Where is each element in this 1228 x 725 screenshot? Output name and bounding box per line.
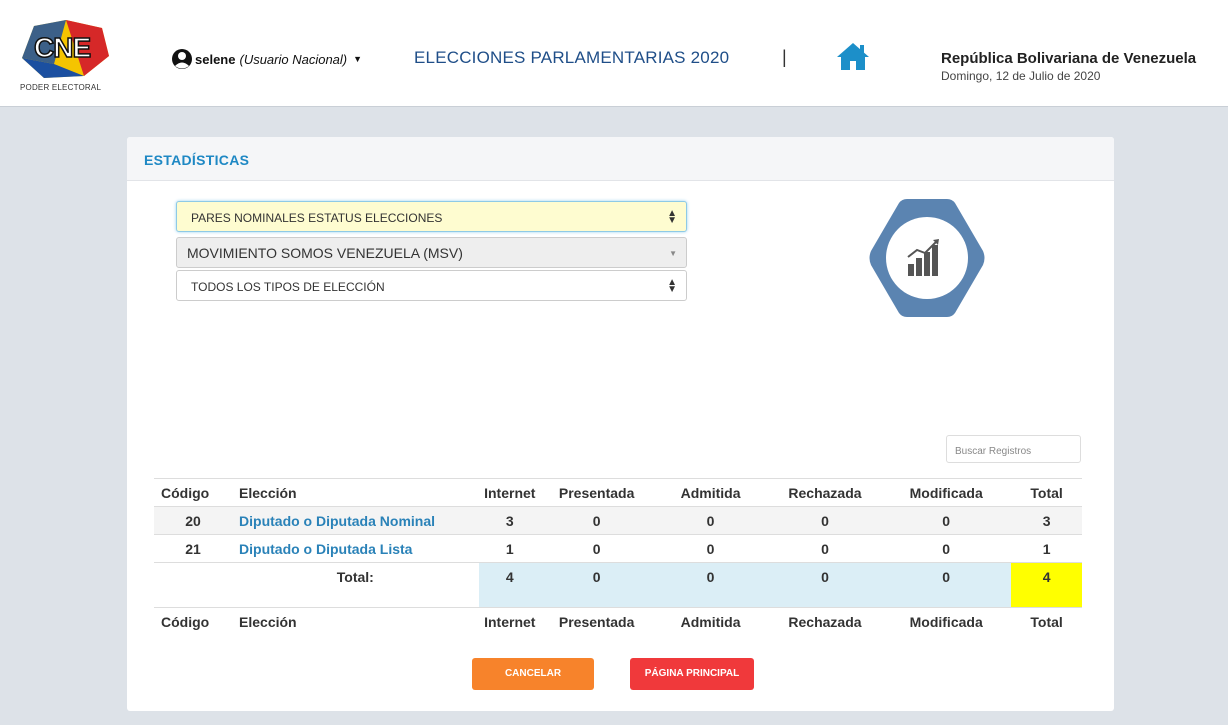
col-presentada[interactable]: Presentada — [540, 478, 653, 507]
cell-modificada: 0 — [881, 506, 1012, 535]
logo-subtitle: PODER ELECTORAL — [20, 83, 102, 92]
user-name: selene — [195, 51, 236, 67]
header-separator: | — [782, 47, 787, 67]
col-internet[interactable]: Internet — [478, 478, 541, 507]
panel-header: ESTADÍSTICAS — [127, 137, 1114, 181]
election-type-value: TODOS LOS TIPOS DE ELECCIÓN — [191, 280, 385, 294]
statistics-badge — [865, 197, 989, 319]
total-admitida: 0 — [652, 562, 769, 608]
col-admitida[interactable]: Admitida — [652, 478, 769, 507]
logo-letters: CNE — [33, 31, 92, 64]
total-internet: 4 — [478, 562, 541, 608]
search-input[interactable]: Buscar Registros — [946, 435, 1081, 463]
report-type-select[interactable]: PARES NOMINALES ESTATUS ELECCIONES ▲ ▼ — [176, 201, 687, 232]
app-header: CNE PODER ELECTORAL selene (Usuario Naci… — [0, 0, 1228, 107]
cell-total: 1 — [1011, 534, 1082, 563]
main-page-button[interactable]: PÁGINA PRINCIPAL — [630, 658, 754, 690]
table-row: 21 Diputado o Diputada Lista 1 0 0 0 0 1 — [154, 534, 1082, 563]
cell-modificada: 0 — [881, 534, 1012, 563]
col-total[interactable]: Total — [1011, 478, 1082, 507]
cell-admitida: 0 — [652, 534, 769, 563]
totals-spacer — [154, 562, 233, 608]
user-menu[interactable]: selene (Usuario Nacional) ▼ — [172, 47, 362, 71]
election-type-select[interactable]: TODOS LOS TIPOS DE ELECCIÓN ▲ ▼ — [176, 270, 687, 301]
organization-value: MOVIMIENTO SOMOS VENEZUELA (MSV) — [187, 245, 463, 261]
totals-label: Total: — [232, 562, 479, 608]
cell-internet: 3 — [478, 506, 541, 535]
cne-logo[interactable]: CNE PODER ELECTORAL — [14, 18, 118, 98]
totals-row: Total: 4 0 0 0 0 4 — [154, 562, 1082, 608]
col-codigo[interactable]: Código — [154, 607, 233, 636]
table-row: 20 Diputado o Diputada Nominal 3 0 0 0 0… — [154, 506, 1082, 535]
statistics-panel: ESTADÍSTICAS PARES NOMINALES ESTATUS ELE… — [127, 137, 1114, 711]
col-modificada[interactable]: Modificada — [881, 478, 1012, 507]
col-eleccion[interactable]: Elección — [232, 478, 479, 507]
home-button[interactable] — [835, 40, 871, 72]
table-header-row: Código Elección Internet Presentada Admi… — [154, 478, 1082, 507]
col-admitida[interactable]: Admitida — [652, 607, 769, 636]
total-modificada: 0 — [881, 562, 1012, 608]
table-footer-row: Código Elección Internet Presentada Admi… — [154, 607, 1082, 636]
cell-presentada: 0 — [540, 534, 653, 563]
total-rechazada: 0 — [768, 562, 882, 608]
cell-code: 21 — [154, 534, 233, 563]
col-codigo[interactable]: Código — [154, 478, 233, 507]
cell-rechazada: 0 — [768, 506, 882, 535]
page-title: ESTADÍSTICAS — [144, 152, 250, 168]
election-link[interactable]: Diputado o Diputada Nominal — [232, 506, 479, 535]
cancel-button[interactable]: CANCELAR — [472, 658, 594, 690]
cell-total: 3 — [1011, 506, 1082, 535]
event-title: ELECCIONES PARLAMENTARIAS 2020 — [414, 48, 730, 67]
statistics-table: Código Elección Internet Presentada Admi… — [154, 478, 1082, 636]
total-presentada: 0 — [540, 562, 653, 608]
election-link[interactable]: Diputado o Diputada Lista — [232, 534, 479, 563]
cell-internet: 1 — [478, 534, 541, 563]
caret-down-icon: ▼ — [353, 54, 363, 64]
col-presentada[interactable]: Presentada — [540, 607, 653, 636]
col-rechazada[interactable]: Rechazada — [768, 478, 882, 507]
country-name: República Bolivariana de Venezuela — [941, 50, 1197, 67]
cell-presentada: 0 — [540, 506, 653, 535]
caret-down-icon: ▼ — [669, 249, 677, 258]
col-eleccion[interactable]: Elección — [232, 607, 479, 636]
user-role: (Usuario Nacional) — [239, 51, 348, 67]
select-arrows-icon: ▲ ▼ — [667, 277, 677, 295]
col-total[interactable]: Total — [1011, 607, 1082, 636]
current-date: Domingo, 12 de Julio de 2020 — [941, 69, 1101, 83]
col-modificada[interactable]: Modificada — [881, 607, 1012, 636]
cell-rechazada: 0 — [768, 534, 882, 563]
report-type-value: PARES NOMINALES ESTATUS ELECCIONES — [191, 211, 443, 225]
select-arrows-icon: ▲ ▼ — [667, 208, 677, 226]
bar-chart-growth-icon — [869, 199, 985, 317]
cell-admitida: 0 — [652, 506, 769, 535]
col-rechazada[interactable]: Rechazada — [768, 607, 882, 636]
home-icon — [837, 43, 869, 70]
grand-total: 4 — [1011, 562, 1082, 608]
organization-select[interactable]: MOVIMIENTO SOMOS VENEZUELA (MSV) ▼ — [176, 237, 687, 268]
cell-code: 20 — [154, 506, 233, 535]
user-circle-icon — [172, 49, 192, 69]
col-internet[interactable]: Internet — [478, 607, 541, 636]
